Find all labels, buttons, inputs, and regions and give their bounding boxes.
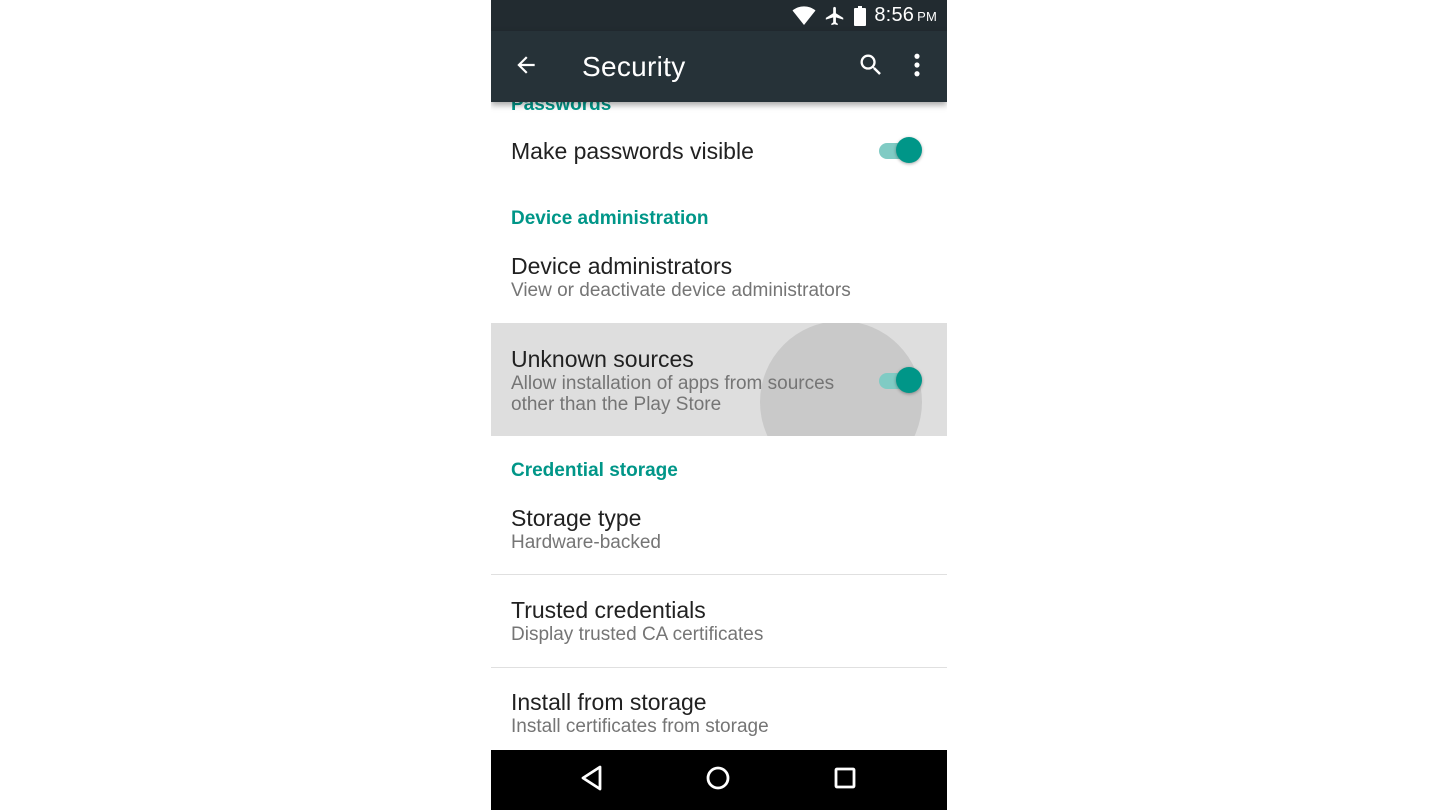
trusted-credentials-subtitle: Display trusted CA certificates: [511, 624, 764, 645]
clock: 8:56 PM: [874, 4, 937, 27]
back-arrow-icon: [513, 52, 539, 83]
install-from-storage-title: Install from storage: [511, 689, 707, 715]
unknown-sources-switch[interactable]: [879, 365, 923, 395]
unknown-sources-subtitle-line2: other than the Play Store: [511, 394, 722, 415]
make-passwords-visible-title: Make passwords visible: [511, 138, 754, 164]
trusted-credentials-title: Trusted credentials: [511, 597, 706, 623]
nav-back-button[interactable]: [574, 762, 610, 798]
unknown-sources-title: Unknown sources: [511, 346, 694, 372]
phone-screen: Passwords Make passwords visible Device …: [491, 0, 947, 810]
trusted-credentials-item[interactable]: Trusted credentials Display trusted CA c…: [491, 575, 947, 667]
nav-home-icon: [705, 765, 731, 796]
clock-time: 8:56: [874, 4, 915, 26]
status-bar: 8:56 PM: [491, 0, 947, 31]
make-passwords-visible-switch[interactable]: [879, 135, 923, 165]
nav-back-icon: [579, 764, 605, 797]
search-icon: [857, 51, 885, 84]
make-passwords-visible-item[interactable]: Make passwords visible: [491, 120, 947, 182]
storage-type-title: Storage type: [511, 505, 642, 531]
battery-icon: [854, 5, 867, 26]
search-button[interactable]: [853, 49, 889, 85]
install-from-storage-item[interactable]: Install from storage Install certificate…: [491, 668, 947, 750]
section-header-device-administration: Device administration: [511, 208, 709, 229]
page-title: Security: [582, 51, 686, 82]
nav-recents-icon: [833, 766, 857, 795]
unknown-sources-subtitle-line1: Allow installation of apps from sources: [511, 373, 835, 394]
install-from-storage-subtitle: Install certificates from storage: [511, 716, 769, 737]
device-administrators-title: Device administrators: [511, 253, 733, 279]
device-administrators-item[interactable]: Device administrators View or deactivate…: [491, 240, 947, 322]
storage-type-subtitle: Hardware-backed: [511, 532, 661, 553]
wifi-icon: [792, 5, 816, 26]
app-toolbar: Security: [491, 31, 947, 102]
status-icons: 8:56 PM: [792, 0, 937, 31]
more-vert-icon: [903, 51, 931, 84]
device-administrators-subtitle: View or deactivate device administrators: [511, 280, 851, 301]
switch-thumb: [896, 367, 922, 393]
back-button[interactable]: [507, 48, 545, 86]
airplane-icon: [824, 5, 846, 27]
navigation-bar: [491, 750, 947, 810]
unknown-sources-item[interactable]: Unknown sources Allow installation of ap…: [491, 323, 947, 436]
switch-thumb: [896, 137, 922, 163]
section-header-credential-storage: Credential storage: [511, 460, 678, 481]
nav-home-button[interactable]: [700, 762, 736, 798]
storage-type-item[interactable]: Storage type Hardware-backed: [491, 492, 947, 574]
nav-recents-button[interactable]: [827, 762, 863, 798]
more-options-button[interactable]: [899, 49, 935, 85]
clock-ampm: PM: [917, 9, 937, 24]
